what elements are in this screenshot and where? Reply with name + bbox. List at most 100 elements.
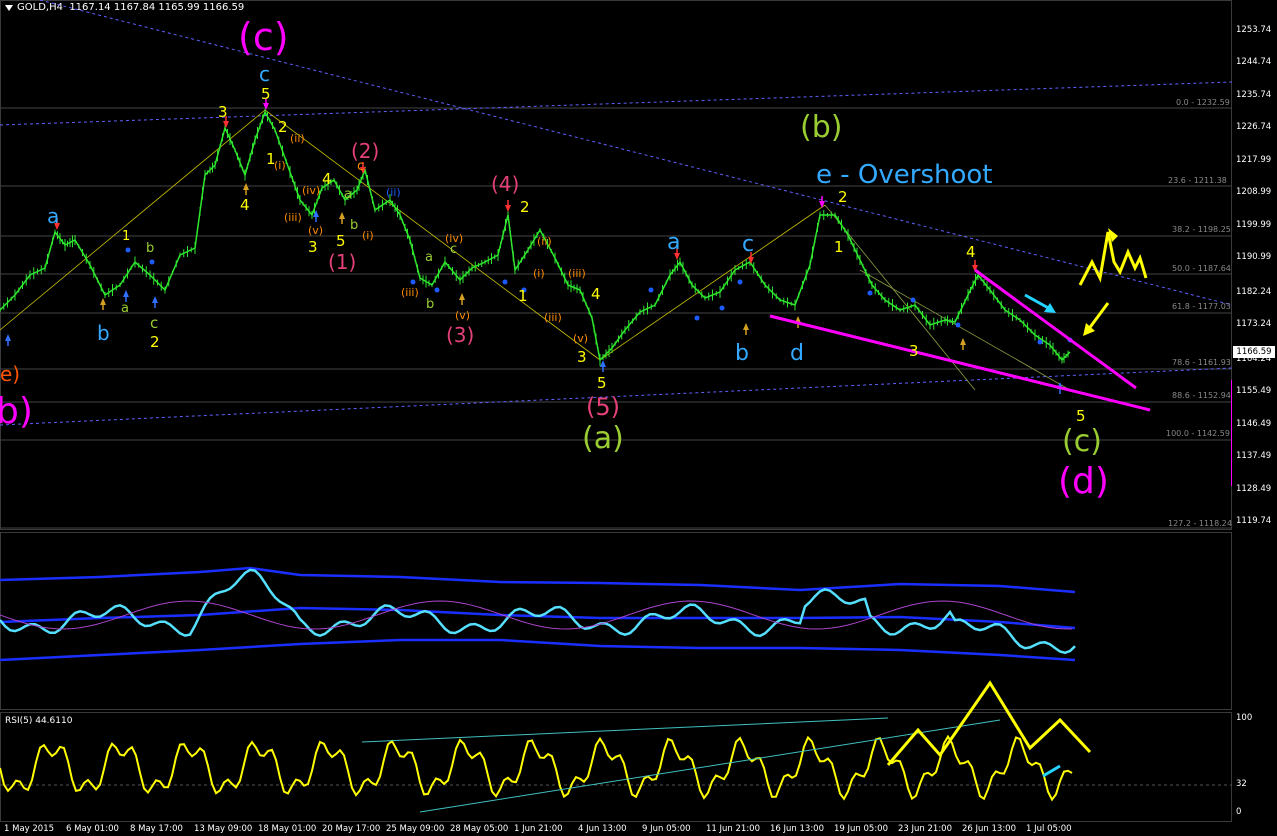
date-tick: 26 Jun 13:00 [962,824,1016,834]
wave-3-right: 3 [909,342,919,360]
wave-3-top: 3 [218,103,228,121]
current-price-label: 1166.59 [1233,346,1275,358]
price-tick: 1253.74 [1236,25,1272,35]
wave-iii-2: (iii) [401,286,419,299]
wave-paren-1: (1) [328,250,357,274]
wave-iv-1: (iv) [302,184,321,197]
wave-3-mid: 3 [577,348,587,366]
fib-label-127: 127.2 - 1118.24 [1168,519,1232,528]
wave-marker-dot [910,297,916,303]
fib-label-78: 78.6 - 1161.93 [1172,358,1231,367]
price-tick: 1146.49 [1236,419,1272,429]
wave-i-2: (i) [362,229,374,242]
wave-a-small: a [344,187,352,202]
fib-label-61: 61.8 - 1177.03 [1172,302,1231,311]
wave-a-mid: a [425,250,433,265]
wave-b-blue-left: b [97,321,110,345]
wave-iii-3: (iii) [568,267,586,280]
down-arrow-icon [819,201,825,208]
rsi-tick: 100 [1236,713,1253,723]
wave-marker-dot [955,322,961,328]
price-tick: 1190.99 [1236,252,1272,262]
date-tick: 23 Jun 21:00 [898,824,952,834]
date-tick: 4 Jun 13:00 [578,824,627,834]
price-tick: 1208.99 [1236,187,1272,197]
rsi-tick: 0 [1236,807,1242,817]
price-tick: 1119.74 [1236,516,1272,526]
wave-paren-3: (3) [446,323,475,347]
up-arrow-icon [339,212,345,219]
wave-a-paren: (a) [582,421,624,456]
wave-1-left: 1 [122,229,131,244]
price-tick: 1173.24 [1236,319,1272,329]
price-tick: 1226.74 [1236,122,1272,132]
wave-ii-3: (ii) [537,235,552,248]
price-tick: 1235.74 [1236,90,1272,100]
up-arrow-icon [123,290,129,297]
date-tick: 28 May 05:00 [450,824,509,834]
price-tick: 1155.49 [1236,386,1272,396]
wave-iii-4: (iii) [544,311,562,324]
wave-channel-line [859,269,1071,391]
wedge-line-upper [974,268,1137,390]
wave-iii-1: (iii) [284,211,302,224]
date-axis: 1 May 2015 6 May 01:00 8 May 17:00 13 May 0… [0,822,1232,836]
date-tick: 18 May 01:00 [258,824,317,834]
wave-i-1: (i) [274,159,286,172]
wave-b-mid: b [426,297,435,312]
wave-v-2: (v) [455,309,471,322]
wave-5-mid: 5 [597,374,607,392]
down-arrow-icon [223,121,229,128]
wave-4-mid: 4 [591,285,601,303]
fib-label-88: 88.6 - 1152.94 [1172,391,1231,400]
wave-marker-dot [410,279,416,285]
wave-2-a: 2 [278,118,288,136]
wave-d-paren: (d) [1058,461,1109,502]
up-arrow-icon [5,334,11,341]
down-arrow-icon [263,103,269,110]
wave-a-blue-mid: a [667,230,681,255]
wave-ii-2: (ii) [386,186,401,199]
wave-1-mid: 1 [518,287,528,305]
fib-label-100: 100.0 - 1142.59 [1166,429,1230,438]
price-tick: 1244.74 [1236,57,1272,67]
fib-label-50: 50.0 - 1187.64 [1172,264,1231,273]
wave-b-paren: (b) [800,110,843,145]
wave-b-left: b [146,241,155,256]
date-tick: 1 Jun 21:00 [514,824,563,834]
wave-c-major: (c) [238,15,289,59]
fib-label-23: 23.6 - 1211.38 [1168,176,1227,185]
wave-2-right: 2 [838,188,848,206]
wave-a-blue-left: a [47,204,60,228]
wave-c-left: c [150,314,159,332]
up-arrow-icon [743,323,749,330]
up-arrow-icon [960,338,966,345]
date-tick: 1 May 2015 [4,824,55,834]
wave-d-blue: d [790,341,804,366]
rsi-tick: 32 [1236,779,1247,789]
wave-4-a: 4 [240,196,250,214]
date-tick: 19 Jun 05:00 [834,824,888,834]
date-tick: 13 May 09:00 [194,824,253,834]
date-tick: 25 May 09:00 [386,824,445,834]
wave-v-3: (v) [573,332,589,345]
wave-paren-4: (4) [491,172,520,196]
wave-marker-dot [737,279,743,285]
price-tick: 1137.49 [1236,451,1272,461]
wave-marker-dot [149,259,155,265]
date-tick: 1 Jul 05:00 [1026,824,1072,834]
band-lower [0,638,1076,662]
rsi-cyan-arrow-icon [1042,764,1061,778]
date-tick: 16 Jun 13:00 [770,824,824,834]
wave-b-blue-mid: b [735,341,749,366]
wave-e-edge: e) [0,362,21,386]
wave-ii-1: (ii) [290,132,305,145]
wave-marker-dot [434,287,440,293]
date-tick: 8 May 17:00 [130,824,183,834]
wave-i-3: (i) [533,267,545,280]
fib-label-38: 38.2 - 1198.25 [1172,225,1231,234]
overshoot-label: e - Overshoot [816,160,993,190]
band-middle [0,606,1076,630]
date-tick: 11 Jun 21:00 [706,824,760,834]
up-arrow-icon [152,296,158,303]
